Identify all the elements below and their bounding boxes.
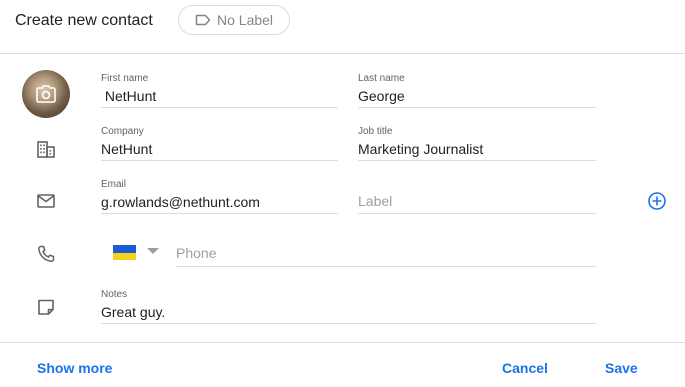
- job-title-underline: [358, 160, 596, 161]
- camera-icon: [22, 70, 70, 118]
- first-name-underline: [101, 107, 338, 108]
- label-chip-text: No Label: [217, 12, 274, 28]
- cancel-button[interactable]: Cancel: [502, 360, 548, 376]
- last-name-field[interactable]: Last name George: [358, 73, 596, 109]
- label-icon: [195, 14, 211, 26]
- dialog-footer: Show more Cancel Save: [0, 342, 685, 387]
- notes-label: Notes: [101, 289, 128, 300]
- job-title-label: Job title: [358, 126, 393, 137]
- email-field[interactable]: Email g.rowlands@nethunt.com: [101, 179, 338, 215]
- dialog-title: Create new contact: [15, 12, 153, 29]
- last-name-label: Last name: [358, 73, 405, 84]
- mail-icon: [37, 194, 55, 208]
- flag-yellow-stripe: [113, 252, 136, 260]
- phone-icon: [38, 245, 55, 262]
- first-name-label: First name: [101, 73, 149, 84]
- phone-field[interactable]: Phone: [176, 232, 596, 268]
- email-value: g.rowlands@nethunt.com: [101, 194, 260, 210]
- job-title-value: Marketing Journalist: [358, 141, 484, 157]
- dialog-header: Create new contact No Label: [0, 0, 685, 54]
- phone-underline: [176, 266, 596, 267]
- chevron-down-icon[interactable]: [147, 248, 159, 254]
- show-more-button[interactable]: Show more: [37, 360, 112, 376]
- phone-placeholder: Phone: [176, 245, 217, 261]
- notes-field[interactable]: Notes Great guy.: [101, 289, 596, 325]
- email-label-field[interactable]: Label: [358, 179, 596, 215]
- save-button[interactable]: Save: [605, 360, 638, 376]
- last-name-underline: [358, 107, 596, 108]
- job-title-field[interactable]: Job title Marketing Journalist: [358, 126, 596, 162]
- add-circle-icon[interactable]: [647, 191, 667, 211]
- avatar-upload[interactable]: [22, 70, 70, 118]
- notes-value: Great guy.: [101, 304, 166, 320]
- first-name-field[interactable]: First name NetHunt: [101, 73, 338, 109]
- company-underline: [101, 160, 338, 161]
- company-field[interactable]: Company NetHunt: [101, 126, 338, 162]
- note-icon: [38, 299, 54, 315]
- flag-blue-stripe: [113, 245, 136, 253]
- company-label: Company: [101, 126, 144, 137]
- first-name-value: NetHunt: [101, 88, 157, 104]
- email-label-placeholder: Label: [358, 193, 393, 209]
- building-icon: [37, 141, 55, 158]
- notes-underline: [101, 323, 596, 324]
- email-label: Email: [101, 179, 127, 190]
- company-value: NetHunt: [101, 141, 153, 157]
- country-flag-selector[interactable]: [113, 245, 136, 260]
- last-name-value: George: [358, 88, 405, 104]
- email-underline: [101, 213, 338, 214]
- label-chip-button[interactable]: No Label: [178, 5, 290, 35]
- email-label-underline: [358, 213, 596, 214]
